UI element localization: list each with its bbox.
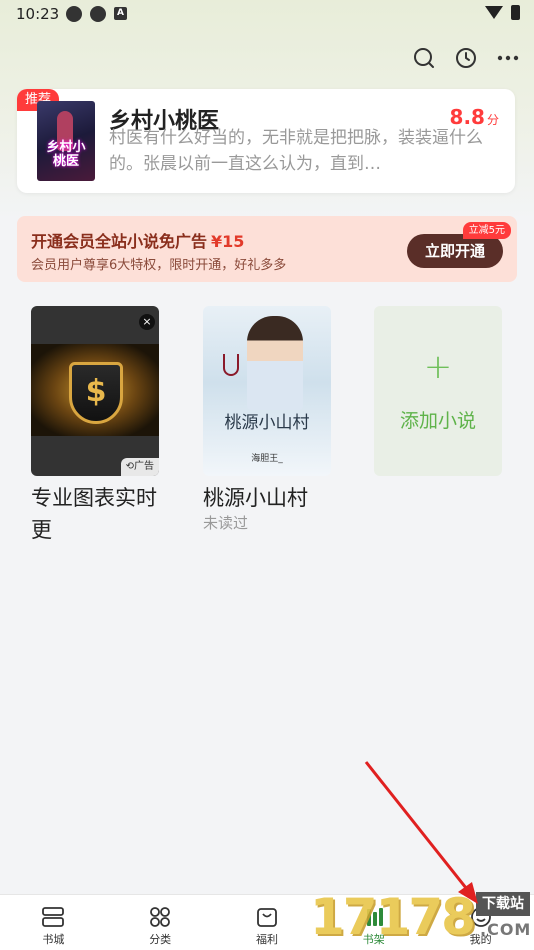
recommend-description: 村医有什么好当的，无非就是把把脉，装装逼什么的。张晨以前一直这么认为，直到…	[109, 128, 483, 174]
vip-price: ¥15	[211, 232, 245, 251]
search-icon[interactable]	[412, 46, 436, 70]
book-cover[interactable]: 桃源小山村 海胆王_	[203, 306, 331, 476]
book-cover-title: 桃源小山村	[224, 413, 310, 433]
add-novel-button[interactable]: + 添加小说	[374, 306, 502, 476]
notification-icons: A	[66, 6, 127, 22]
discount-tag: 立减5元	[462, 222, 511, 239]
watermark-digits: 17178	[310, 888, 476, 946]
shelf-book-item[interactable]: 桃源小山村 海胆王_ 桃源小山村 未读过	[203, 306, 331, 533]
app-notification-icon	[66, 6, 82, 22]
ad-cover[interactable]: $ × ⟲广告	[31, 306, 159, 476]
vip-title: 开通会员全站小说免广告 ¥15	[31, 228, 244, 252]
watermark-site: 下载站	[476, 892, 530, 916]
category-icon	[148, 905, 172, 929]
battery-icon	[511, 5, 520, 20]
wine-glass-icon	[223, 354, 239, 376]
watermark-domain: .COM	[480, 920, 532, 939]
ad-label: ⟲广告	[120, 458, 159, 476]
close-ad-icon[interactable]: ×	[139, 314, 155, 330]
watermark: 17178 下载站 .COM	[310, 884, 534, 950]
book-read-status: 未读过	[203, 514, 249, 532]
cover-title: 乡村小桃医	[46, 140, 86, 169]
system-status	[485, 5, 520, 20]
open-vip-button[interactable]: 立即开通	[407, 234, 503, 268]
history-icon[interactable]	[454, 46, 478, 70]
app-notification-icon: A	[114, 7, 127, 20]
add-novel-label: 添加小说	[399, 409, 476, 432]
wifi-icon	[485, 6, 503, 19]
nav-item-bookstore[interactable]: 书城	[0, 895, 107, 950]
cover-person	[247, 316, 303, 410]
plus-icon: +	[423, 346, 453, 387]
add-novel-item[interactable]: + 添加小说	[374, 306, 502, 476]
status-time: 10:23	[16, 5, 60, 23]
nav-item-welfare[interactable]: 福利	[214, 895, 321, 950]
more-icon[interactable]	[496, 46, 520, 70]
nav-label-category: 分类	[149, 933, 172, 946]
nav-label-bookstore: 书城	[42, 933, 65, 946]
ad-title: 专业图表实时更	[31, 486, 157, 542]
status-bar: 10:23 A	[0, 0, 534, 28]
book-cover-author: 海胆王_	[251, 454, 283, 464]
nav-item-category[interactable]: 分类	[107, 895, 214, 950]
vip-banner[interactable]: 开通会员全站小说免广告 ¥15 会员用户尊享6大特权，限时开通，好礼多多 立即开通…	[17, 216, 517, 282]
recommend-book-cover[interactable]: 乡村小桃医	[37, 101, 95, 181]
app-notification-icon	[90, 6, 106, 22]
ad-tag-text: 广告	[134, 461, 154, 472]
bookstore-icon	[41, 905, 65, 929]
shelf-ad-item[interactable]: $ × ⟲广告 专业图表实时更	[31, 306, 159, 546]
gift-icon	[255, 905, 279, 929]
book-title: 桃源小山村	[203, 486, 308, 510]
header-actions	[412, 46, 520, 70]
nav-label-welfare: 福利	[255, 933, 278, 946]
vip-title-text: 开通会员全站小说免广告	[31, 232, 208, 251]
dollar-shield-icon: $	[69, 362, 123, 424]
vip-subtitle: 会员用户尊享6大特权，限时开通，好礼多多	[31, 258, 287, 273]
recommend-card[interactable]: 推荐 乡村小桃医 乡村小桃医 8.8 分 村医有什么好当的，无非就是把把脉，装装逼…	[17, 89, 515, 193]
